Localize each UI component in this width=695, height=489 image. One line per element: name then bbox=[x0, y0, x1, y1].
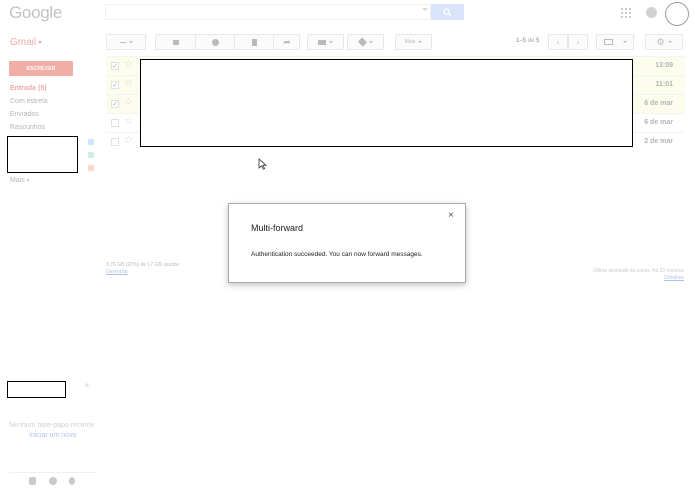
chevron-down-icon bbox=[667, 41, 672, 43]
hangouts-icon[interactable] bbox=[49, 477, 57, 485]
search-button[interactable] bbox=[431, 4, 464, 20]
row-time: 6 de mar bbox=[644, 100, 673, 107]
chevron-down-icon bbox=[38, 40, 43, 44]
avatar[interactable] bbox=[665, 2, 689, 26]
sidebar-item-drafts[interactable]: Rascunhos bbox=[10, 124, 45, 131]
last-activity-text: Última atividade da conta: Há 29 minutos bbox=[592, 268, 684, 274]
row-checkbox[interactable]: ✓ bbox=[111, 100, 119, 108]
archive-button[interactable] bbox=[156, 35, 195, 49]
checkbox-icon bbox=[119, 41, 126, 43]
keyboard-icon bbox=[603, 39, 613, 45]
close-icon[interactable]: × bbox=[448, 211, 454, 221]
forward-arrow-icon: ➦ bbox=[283, 36, 291, 47]
mouse-cursor-icon bbox=[258, 158, 268, 170]
chevron-down-icon bbox=[418, 41, 423, 43]
spam-icon bbox=[211, 38, 219, 46]
star-icon[interactable]: ☆ bbox=[124, 78, 133, 90]
multi-forward-dialog: Multi-forward × Authentication succeeded… bbox=[228, 203, 466, 283]
row-time: 11:01 bbox=[655, 81, 673, 88]
divider bbox=[9, 472, 97, 473]
activity-details-link[interactable]: Detalhes bbox=[664, 275, 684, 281]
star-icon[interactable]: ☆ bbox=[124, 59, 133, 71]
labels-button[interactable] bbox=[347, 34, 384, 50]
select-all-button[interactable] bbox=[106, 34, 146, 50]
chevron-left-icon: ‹ bbox=[556, 37, 560, 47]
trash-icon bbox=[251, 38, 257, 46]
row-time: 13:09 bbox=[655, 62, 673, 69]
label-color-swatch bbox=[88, 139, 94, 145]
manage-storage-link[interactable]: Gerenciar bbox=[106, 269, 128, 275]
forward-button[interactable]: ➦ bbox=[274, 35, 300, 49]
chat-start-link[interactable]: Iniciar um novo bbox=[29, 432, 76, 439]
add-chat-icon[interactable]: + bbox=[84, 381, 90, 392]
chevron-down-icon bbox=[622, 41, 627, 43]
chat-empty-text: Nenhum bate-papo recente bbox=[9, 422, 95, 429]
row-checkbox[interactable] bbox=[111, 119, 119, 127]
row-checkbox[interactable] bbox=[111, 138, 119, 146]
row-time: 2 de mar bbox=[644, 138, 673, 145]
google-logo: Google bbox=[9, 3, 63, 22]
sidebar-item-sent[interactable]: Enviados bbox=[10, 111, 39, 118]
folder-icon bbox=[318, 39, 326, 45]
search-options-icon[interactable] bbox=[422, 8, 428, 11]
more-label: Mais bbox=[404, 39, 416, 45]
phone-icon[interactable] bbox=[69, 477, 75, 485]
row-time: 6 de mar bbox=[644, 119, 673, 126]
newer-button[interactable]: ‹ bbox=[548, 34, 568, 50]
label-tag-icon bbox=[357, 37, 367, 47]
star-icon[interactable]: ☆ bbox=[124, 97, 133, 109]
label-color-swatch bbox=[88, 152, 94, 158]
dialog-message: Authentication succeeded. You can now fo… bbox=[251, 251, 423, 258]
pager-range-value: 1–5 bbox=[516, 38, 527, 44]
chevron-down-icon: ▾ bbox=[26, 178, 30, 184]
archive-icon bbox=[172, 39, 179, 45]
pager-of: de bbox=[527, 38, 535, 44]
search-input[interactable] bbox=[105, 4, 431, 20]
label-color-swatch bbox=[88, 165, 94, 171]
row-checkbox[interactable]: ✓ bbox=[111, 81, 119, 89]
star-icon[interactable]: ☆ bbox=[124, 135, 133, 147]
apps-grid-icon[interactable] bbox=[621, 8, 631, 18]
pager-range: 1–5 de 5 bbox=[516, 38, 539, 44]
delete-button[interactable] bbox=[235, 35, 273, 49]
sidebar-item-starred[interactable]: Com estrela bbox=[10, 98, 48, 105]
gmail-menu[interactable]: Gmail bbox=[10, 37, 43, 48]
move-to-button[interactable] bbox=[307, 34, 344, 50]
chevron-down-icon bbox=[329, 41, 333, 43]
dialog-title: Multi-forward bbox=[251, 223, 304, 233]
older-button[interactable]: › bbox=[568, 34, 588, 50]
gmail-label-text: Gmail bbox=[10, 37, 37, 48]
sidebar-more-button[interactable]: Mais ▾ bbox=[10, 177, 29, 184]
row-checkbox[interactable]: ✓ bbox=[111, 62, 119, 70]
chevron-down-icon bbox=[128, 41, 133, 43]
notifications-icon[interactable] bbox=[646, 7, 657, 18]
more-actions-button[interactable]: Mais bbox=[395, 34, 432, 50]
chevron-right-icon: › bbox=[576, 37, 580, 47]
compose-button[interactable]: ESCREVER bbox=[9, 61, 73, 76]
gear-icon: ⚙ bbox=[656, 36, 665, 47]
settings-button[interactable]: ⚙ bbox=[645, 34, 683, 50]
chevron-down-icon bbox=[368, 41, 373, 43]
search-icon bbox=[443, 7, 452, 17]
redacted-labels-region bbox=[7, 136, 78, 173]
redacted-message-content bbox=[140, 59, 633, 147]
contacts-icon[interactable] bbox=[29, 477, 36, 485]
storage-usage: 3,76 GB (22%) de 17 GB usados bbox=[106, 262, 180, 268]
star-icon[interactable]: ☆ bbox=[124, 116, 133, 128]
chat-search-input[interactable] bbox=[7, 381, 66, 398]
report-spam-button[interactable] bbox=[196, 35, 234, 49]
action-button-group: ➦ bbox=[155, 34, 300, 50]
pager-total: 5 bbox=[536, 38, 540, 44]
sidebar-more-label: Mais bbox=[10, 177, 25, 184]
top-bar: Google bbox=[0, 0, 695, 27]
input-tools-button[interactable] bbox=[596, 34, 634, 50]
sidebar-item-inbox[interactable]: Entrada (5) bbox=[10, 85, 47, 92]
